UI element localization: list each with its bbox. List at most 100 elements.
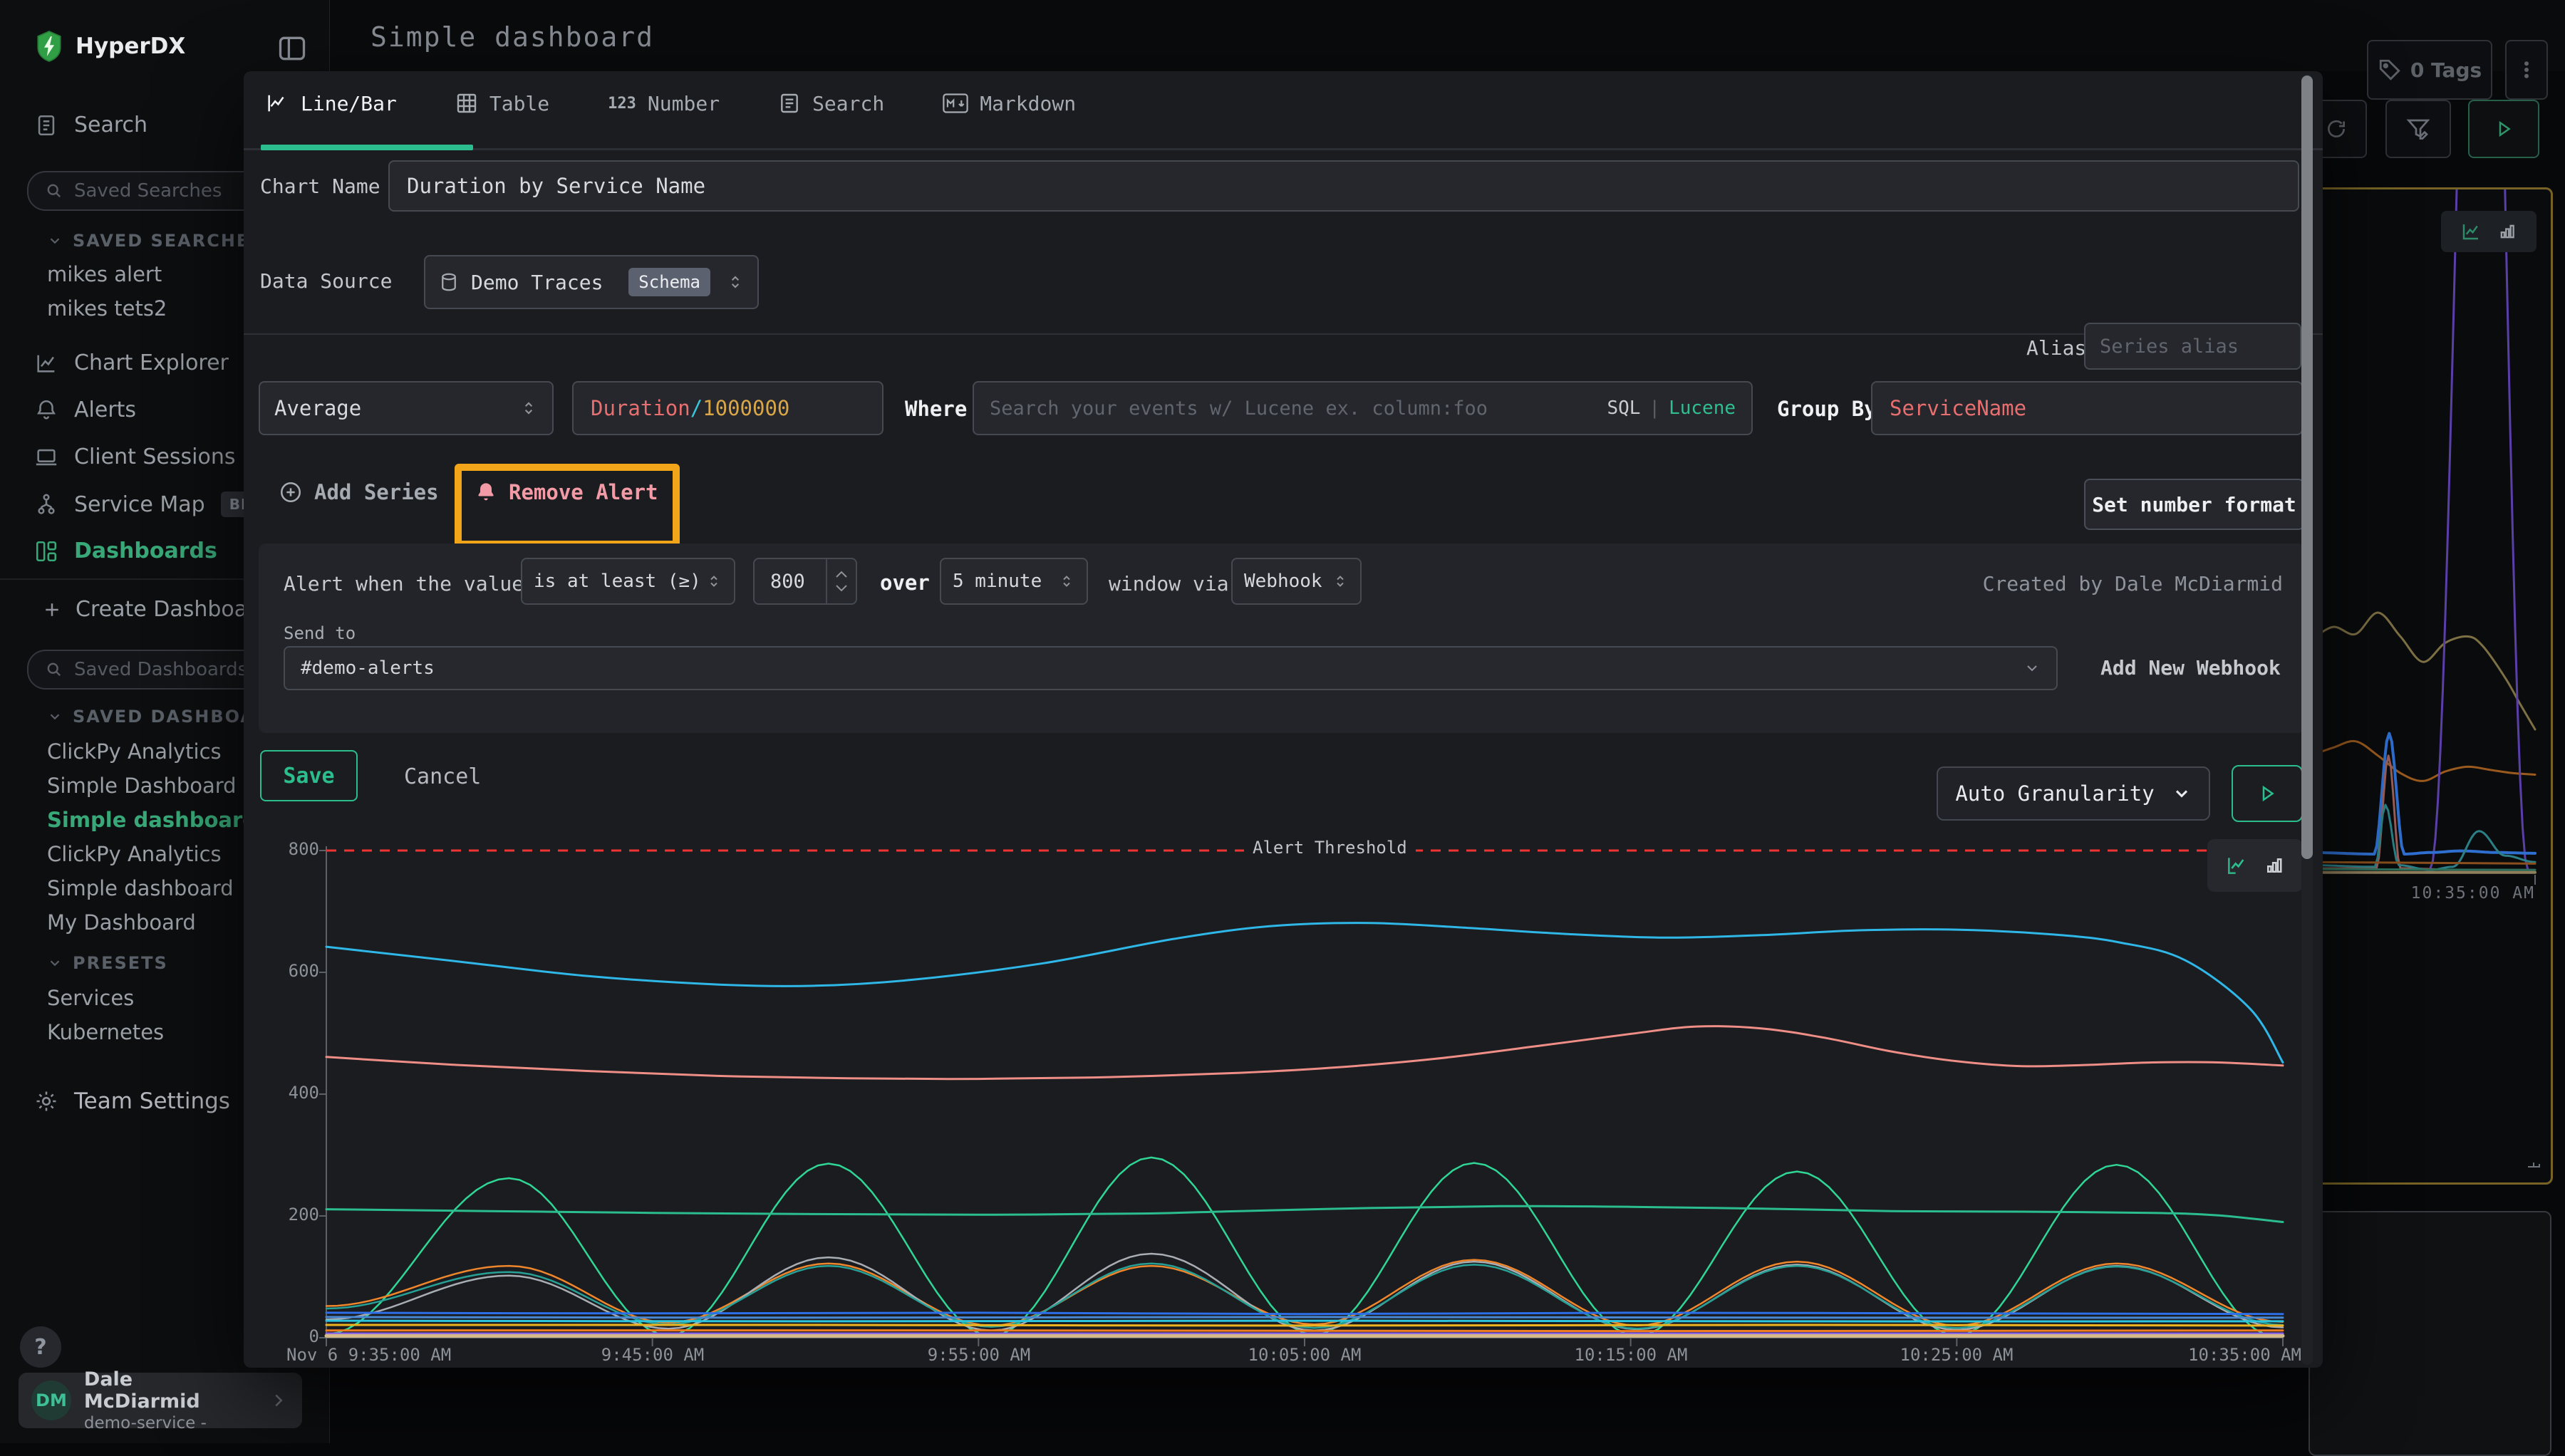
tags-count: 0 Tags <box>2410 58 2482 82</box>
tags-button[interactable]: 0 Tags <box>2367 40 2492 100</box>
alias-placeholder: Series alias <box>2100 336 2239 358</box>
x-tick-label: Nov 6 9:35:00 AM <box>286 1345 486 1365</box>
kebab-icon <box>2516 59 2537 80</box>
panel-resize-handle[interactable] <box>2525 1153 2541 1168</box>
alert-condition-select[interactable]: is at least (≥) <box>521 558 735 605</box>
group-by-label: Group By <box>1777 397 1877 421</box>
sidebar-item-client-sessions[interactable]: Client Sessions <box>34 444 235 469</box>
group-by-input[interactable]: ServiceName <box>1871 381 2303 435</box>
alert-threshold-input[interactable]: 800 <box>753 558 857 605</box>
saved-dashboard-item[interactable]: ClickPy Analytics <box>47 842 222 866</box>
x-tick-label: 10:35:00 AM <box>2169 1345 2301 1365</box>
sql-mode-toggle[interactable]: SQL <box>1607 397 1640 419</box>
alert-window-select[interactable]: 5 minute <box>940 558 1088 605</box>
background-dashboard-panel-2 <box>2308 1211 2551 1456</box>
cancel-button[interactable]: Cancel <box>404 764 481 789</box>
modal-scrollbar-thumb[interactable] <box>2301 76 2313 859</box>
add-new-webhook-button[interactable]: Add New Webhook <box>2100 656 2281 680</box>
tab-table[interactable]: Table <box>451 92 554 115</box>
saved-dashboard-item-active[interactable]: Simple dashboard <box>47 808 257 832</box>
sidebar-item-dashboards[interactable]: Dashboards <box>34 539 217 563</box>
presets-section[interactable]: PRESETS <box>47 953 168 973</box>
saved-dashboard-item[interactable]: Simple Dashboard <box>47 774 237 798</box>
lucene-mode-toggle[interactable]: Lucene <box>1669 397 1736 419</box>
run-query-button-background[interactable] <box>2468 100 2539 158</box>
alert-prefix: Alert when the value <box>284 572 524 596</box>
sidebar-item-alerts[interactable]: Alerts <box>34 397 136 422</box>
updown-chevrons-icon <box>1058 573 1075 590</box>
user-card[interactable]: DM Dale McDiarmid demo-service - <box>19 1373 302 1428</box>
set-number-format-button[interactable]: Set number format <box>2084 479 2304 530</box>
chevron-down-icon <box>47 233 63 249</box>
chart-type-toggle[interactable] <box>2207 839 2303 892</box>
filter-button[interactable] <box>2385 100 2451 158</box>
sidebar-item-label: Search <box>74 113 147 137</box>
y-tick-label: 0 <box>286 1326 319 1346</box>
expr-op: / <box>690 396 703 420</box>
sidebar-collapse-button[interactable] <box>276 33 308 64</box>
saved-dashboards-placeholder: Saved Dashboards <box>74 659 247 680</box>
background-chart-type-toggle[interactable] <box>2441 211 2536 252</box>
alert-threshold-value: 800 <box>755 571 805 593</box>
sidebar-item-search[interactable]: Search <box>34 113 147 137</box>
chevron-down-icon <box>47 709 63 724</box>
line-chart-icon[interactable] <box>2460 221 2482 242</box>
bar-chart-icon[interactable] <box>2497 222 2517 241</box>
tab-search[interactable]: Search <box>774 92 888 115</box>
alert-threshold-label: Alert Threshold <box>1244 838 1416 858</box>
panel-menu-button[interactable] <box>2505 40 2548 100</box>
preset-item[interactable]: Services <box>47 986 134 1010</box>
preset-item[interactable]: Kubernetes <box>47 1020 164 1044</box>
preview-chart: 800 600 400 200 0 Nov 6 9:35:00 AM 9:45:… <box>286 826 2318 1396</box>
alert-condition-value: is at least (≥) <box>534 571 701 592</box>
x-tick-label: 9:45:00 AM <box>574 1345 731 1365</box>
tab-line-bar[interactable]: Line/Bar <box>261 91 401 115</box>
aggregation-select[interactable]: Average <box>259 381 554 435</box>
brand[interactable]: HyperDX <box>34 30 185 63</box>
add-series-button[interactable]: Add Series <box>279 480 439 504</box>
active-tab-underline <box>261 145 473 150</box>
x-tick-label: 10:25:00 AM <box>1878 1345 2035 1365</box>
webhook-select[interactable]: #demo-alerts <box>284 646 2058 690</box>
alert-channel-select[interactable]: Webhook <box>1231 558 1362 605</box>
sidebar-item-chart-explorer[interactable]: Chart Explorer <box>34 350 229 375</box>
table-icon <box>455 92 478 115</box>
saved-dashboard-item[interactable]: Simple dashboard <box>47 876 234 900</box>
run-chart-button[interactable] <box>2232 765 2303 822</box>
background-dashboard-panel: 10:35:00 AM <box>2308 187 2553 1185</box>
save-button[interactable]: Save <box>260 750 358 801</box>
remove-alert-button[interactable]: Remove Alert <box>475 480 658 504</box>
tab-markdown[interactable]: Markdown <box>938 92 1080 115</box>
line-chart-icon <box>34 351 58 375</box>
bar-chart-icon[interactable] <box>2264 855 2285 876</box>
line-chart-icon[interactable] <box>2225 854 2248 877</box>
data-source-value: Demo Traces <box>471 271 603 294</box>
sidebar-item-team-settings[interactable]: Team Settings <box>34 1088 230 1114</box>
help-button[interactable]: ? <box>20 1326 61 1368</box>
webhook-value: #demo-alerts <box>301 657 435 679</box>
chart-name-input[interactable]: Duration by Service Name <box>388 160 2299 212</box>
page-header: Simple dashboard <box>329 0 2565 71</box>
database-icon <box>438 271 460 293</box>
saved-dashboard-item[interactable]: ClickPy Analytics <box>47 739 222 764</box>
mode-divider: | <box>1649 397 1660 419</box>
avatar: DM <box>31 1380 71 1420</box>
create-dashboard-button[interactable]: Create Dashboard <box>41 597 269 622</box>
number-stepper[interactable] <box>826 559 856 603</box>
tab-number[interactable]: 123 Number <box>603 92 724 115</box>
alias-input[interactable]: Series alias <box>2084 323 2301 370</box>
field-expression-input[interactable]: Duration/1000000 <box>572 381 884 435</box>
y-tick-label: 200 <box>286 1205 319 1224</box>
refresh-icon <box>2325 118 2348 140</box>
where-input[interactable]: Search your events w/ Lucene ex. column:… <box>973 381 1753 435</box>
saved-search-item[interactable]: mikes tets2 <box>47 296 167 321</box>
saved-searches-section[interactable]: SAVED SEARCHES <box>47 231 264 251</box>
help-label: ? <box>34 1335 46 1360</box>
expr-field: Duration <box>591 396 690 420</box>
granularity-select[interactable]: Auto Granularity <box>1937 766 2210 821</box>
saved-dashboard-item[interactable]: My Dashboard <box>47 910 196 935</box>
data-source-select[interactable]: Demo Traces Schema <box>424 255 759 309</box>
hierarchy-icon <box>34 492 58 516</box>
saved-search-item[interactable]: mikes alert <box>47 262 162 286</box>
y-tick-label: 400 <box>286 1083 319 1103</box>
